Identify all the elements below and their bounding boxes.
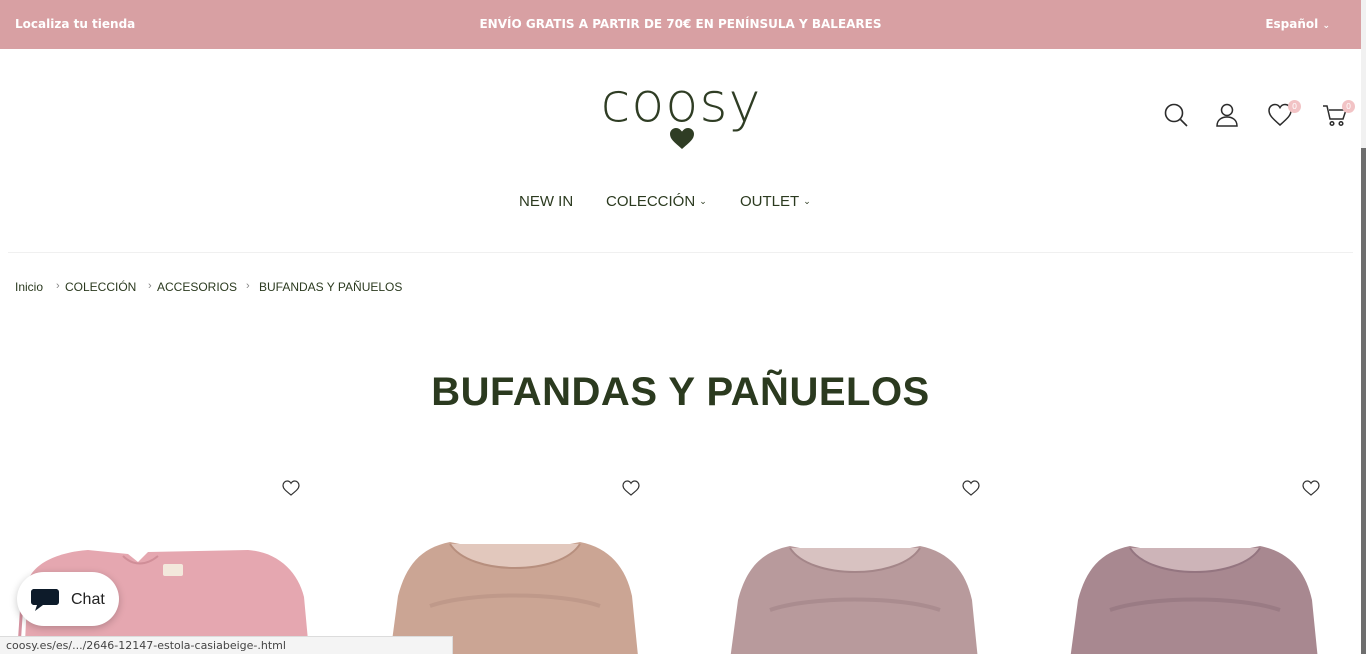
- scrollbar-thumb[interactable]: [1361, 148, 1366, 654]
- brand-logo[interactable]: coosy: [600, 72, 762, 154]
- breadcrumb-home[interactable]: Inicio: [15, 280, 43, 294]
- chevron-right-icon: ›: [56, 280, 60, 292]
- breadcrumb-coleccion[interactable]: COLECCIÓN: [65, 280, 136, 294]
- main-navigation: NEW IN COLECCIÓN ⌄ OUTLET ⌄: [0, 193, 1361, 213]
- chevron-down-icon: ⌄: [699, 196, 707, 206]
- product-image[interactable]: [1070, 540, 1320, 654]
- heart-icon[interactable]: [962, 480, 980, 496]
- product-card[interactable]: [340, 460, 680, 654]
- chevron-down-icon: ⌄: [803, 196, 811, 206]
- page-title: BUFANDAS Y PAÑUELOS: [431, 370, 930, 414]
- chat-label: Chat: [71, 591, 105, 608]
- chevron-right-icon: ›: [148, 280, 152, 292]
- logo-heart-icon: [670, 128, 694, 149]
- product-card[interactable]: [1020, 460, 1360, 654]
- status-bar-url: coosy.es/es/.../2646-12147-estola-casiab…: [0, 636, 453, 654]
- page-scrollbar[interactable]: [1361, 0, 1366, 654]
- chat-button[interactable]: Chat: [17, 572, 119, 626]
- nav-item-label: OUTLET: [740, 193, 800, 210]
- user-icon[interactable]: [1214, 102, 1240, 128]
- heart-icon[interactable]: [282, 480, 300, 496]
- breadcrumb-current: BUFANDAS Y PAÑUELOS: [259, 280, 403, 294]
- language-selector[interactable]: Español ⌄: [1265, 17, 1330, 31]
- chevron-down-icon: ⌄: [1322, 21, 1330, 31]
- nav-item-outlet[interactable]: OUTLET ⌄: [740, 193, 811, 210]
- product-card[interactable]: [680, 460, 1020, 654]
- promo-bar: Localiza tu tienda ENVÍO GRATIS A PARTIR…: [0, 0, 1361, 49]
- heart-icon[interactable]: [1302, 480, 1320, 496]
- header-divider: [8, 252, 1353, 253]
- nav-item-label: COLECCIÓN: [606, 193, 696, 210]
- store-locator-link[interactable]: Localiza tu tienda: [15, 17, 135, 31]
- wishlist-count-badge: 0: [1288, 100, 1301, 113]
- nav-item-new-in[interactable]: NEW IN: [519, 193, 573, 210]
- cart-count-badge: 0: [1342, 100, 1355, 113]
- logo-wordmark: coosy: [600, 71, 762, 134]
- chevron-right-icon: ›: [246, 280, 250, 292]
- chat-bubble-icon: [31, 589, 59, 611]
- shipping-promo-text: ENVÍO GRATIS A PARTIR DE 70€ EN PENÍNSUL…: [479, 17, 882, 31]
- search-icon[interactable]: [1163, 102, 1189, 128]
- breadcrumb-accesorios[interactable]: ACCESORIOS: [157, 280, 237, 294]
- nav-item-coleccion[interactable]: COLECCIÓN ⌄: [606, 193, 707, 210]
- product-image[interactable]: [730, 540, 980, 654]
- language-label: Español: [1265, 17, 1319, 31]
- heart-icon[interactable]: [622, 480, 640, 496]
